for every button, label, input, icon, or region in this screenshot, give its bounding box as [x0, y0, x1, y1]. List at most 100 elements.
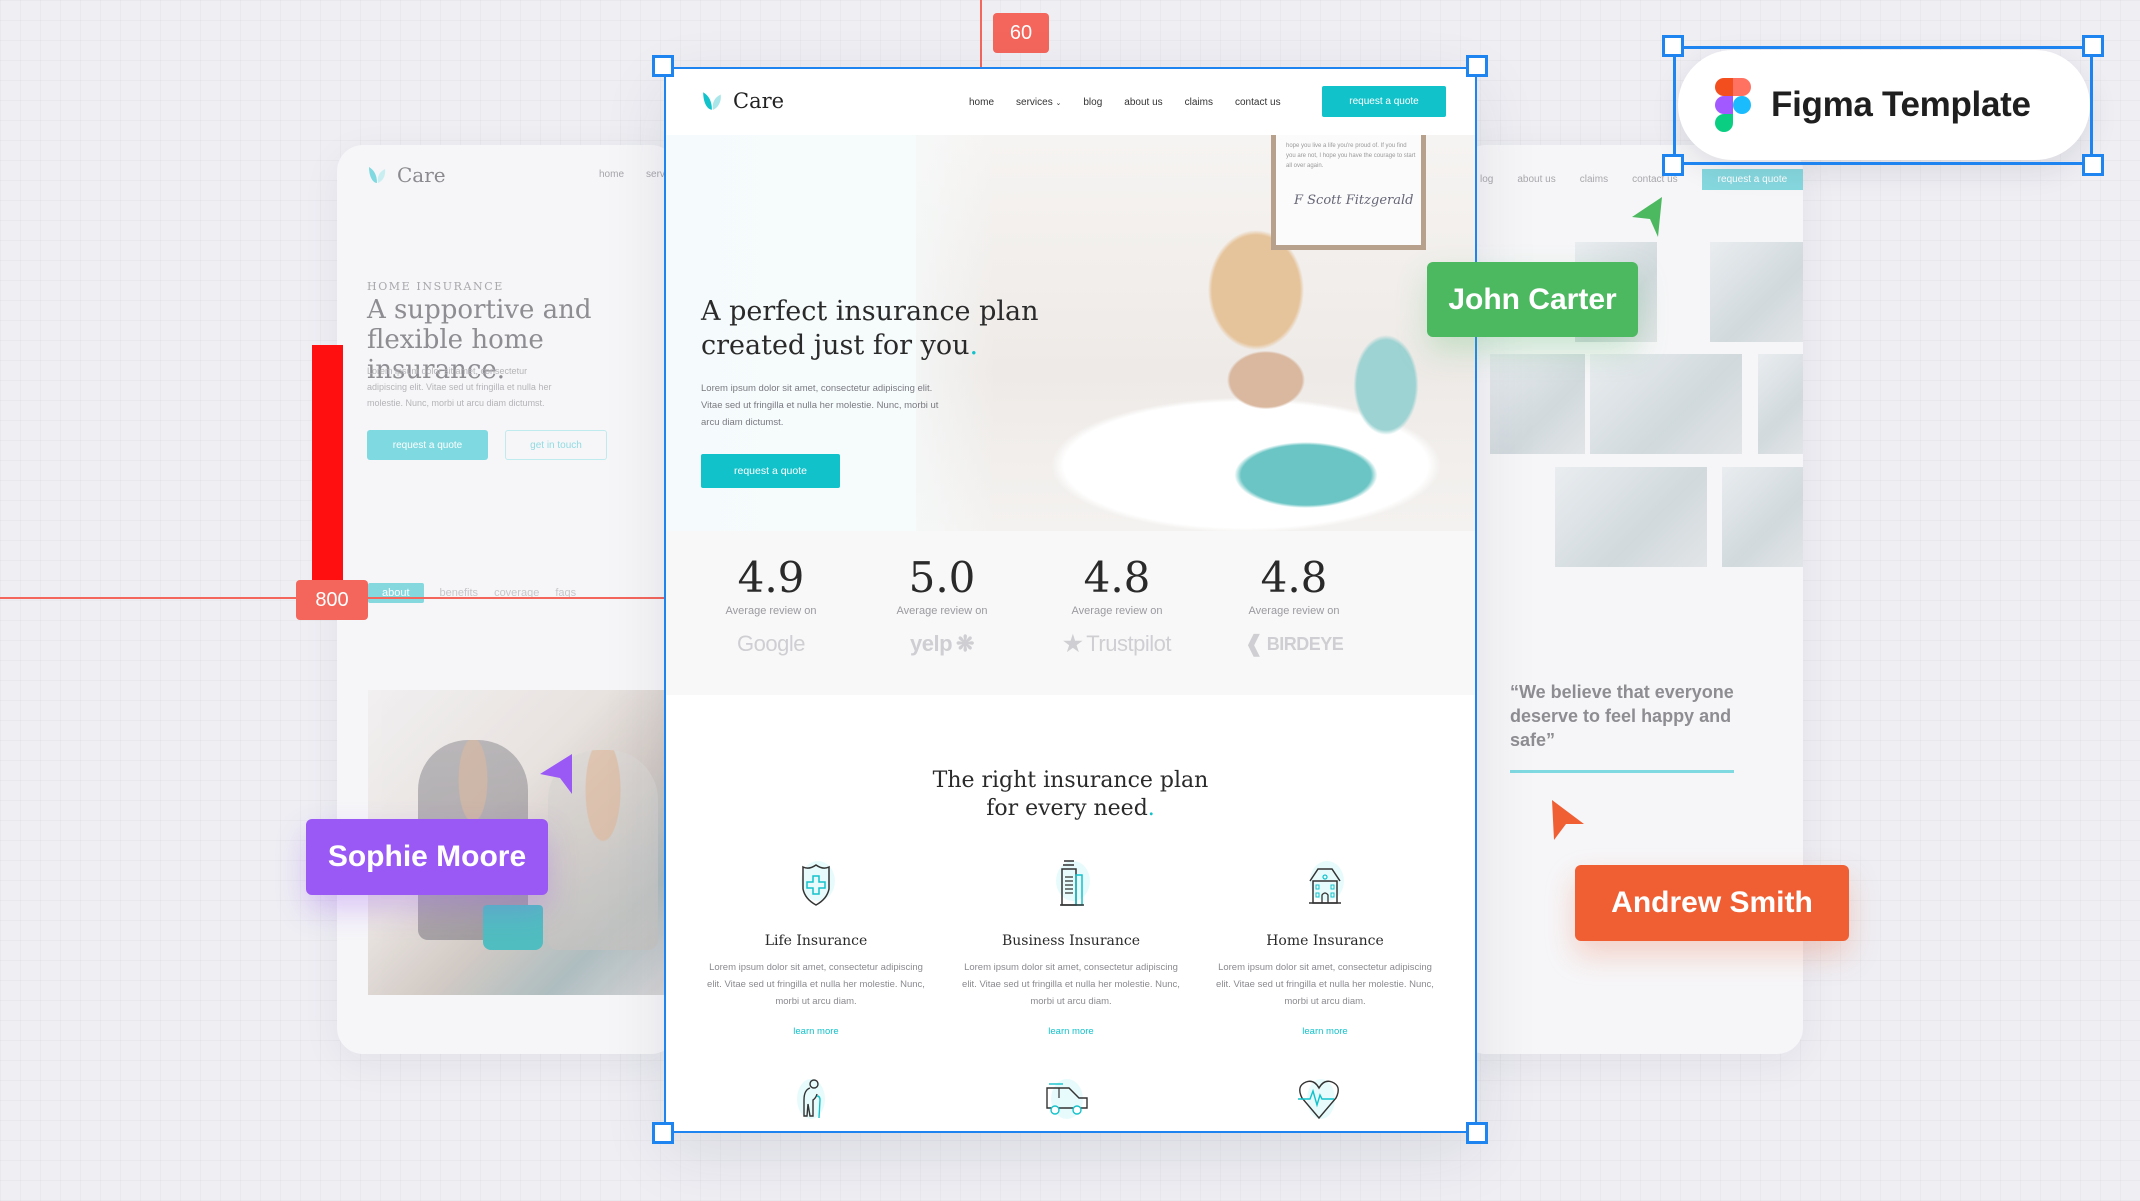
section-title-dot: .	[1147, 796, 1155, 821]
wall-quote-signature: F Scott Fitzgerald	[1294, 193, 1414, 208]
leaf-logo-icon	[703, 92, 721, 110]
gallery-photo	[1710, 242, 1803, 342]
birdeye-logo-icon: ❰ BIRDEYE	[1219, 629, 1369, 659]
nav-about-us[interactable]: about us	[1124, 97, 1162, 108]
main-page-frame[interactable]: Care home services ⌄ blog about us claim…	[664, 67, 1477, 1133]
reviews-section: 4.9 Average review on Google 5.0 Average…	[666, 531, 1475, 695]
resize-handle[interactable]	[2082, 154, 2104, 176]
resize-handle[interactable]	[2082, 35, 2104, 57]
nav-blog[interactable]: blog	[1083, 97, 1102, 108]
hero-title: A perfect insurance plan created just fo…	[701, 295, 1061, 363]
resize-handle[interactable]	[1662, 154, 1684, 176]
quote-underline	[1510, 770, 1734, 773]
review-yelp: 5.0 Average review on yelp ❋	[867, 553, 1017, 659]
section-title-line1: The right insurance plan	[932, 768, 1209, 793]
platform-name: BIRDEYE	[1266, 633, 1344, 654]
trustpilot-logo-icon: ★ Trustpilot	[1042, 629, 1192, 659]
platform-name: Google	[737, 631, 805, 656]
resize-handle-bottom-left[interactable]	[652, 1122, 674, 1144]
left-preview-card: Care home serv HOME INSURANCE A supporti…	[337, 145, 677, 1054]
john-cursor-icon	[1632, 197, 1662, 237]
service-name: Home Insurance	[1266, 933, 1384, 949]
nav-services-label: services	[1016, 97, 1053, 108]
yelp-logo-icon: yelp ❋	[867, 629, 1017, 659]
left-nav-services[interactable]: serv	[646, 169, 665, 180]
left-tabs: about benefits coverage faqs	[368, 583, 576, 603]
spacing-measure-badge: 60	[993, 13, 1049, 53]
service-desc: Lorem ipsum dolor sit amet, consectetur …	[962, 962, 1180, 1007]
gallery-photo	[1490, 354, 1585, 454]
review-trustpilot: 4.8 Average review on ★ Trustpilot	[1042, 553, 1192, 659]
main-logo[interactable]: Care	[701, 89, 784, 113]
left-nav: home serv	[599, 169, 665, 180]
height-measure-badge: 800	[296, 580, 368, 620]
left-body: Lorem ipsum dolor sit amet, consectetur …	[367, 366, 552, 408]
house-icon	[1300, 859, 1350, 909]
sophie-cursor-icon	[540, 754, 572, 794]
review-score: 4.9	[737, 553, 805, 602]
resize-handle-top-right[interactable]	[1466, 55, 1488, 77]
star-icon: ★	[1063, 631, 1083, 656]
right-nav-about[interactable]: about us	[1517, 174, 1555, 185]
platform-name: Trustpilot	[1086, 631, 1171, 656]
left-get-in-touch-button[interactable]: get in touch	[505, 430, 607, 460]
photo-pot	[483, 905, 543, 950]
gallery-photo	[1722, 467, 1803, 567]
right-nav: log about us claims contact us request a…	[1480, 169, 1803, 190]
resize-handle[interactable]	[1662, 35, 1684, 57]
car-icon	[1039, 1074, 1099, 1124]
right-nav-blog[interactable]: log	[1480, 174, 1493, 185]
review-caption: Average review on	[1071, 605, 1163, 617]
gallery-photo	[1590, 354, 1742, 454]
left-request-quote-button[interactable]: request a quote	[367, 430, 488, 460]
main-navbar: Care home services ⌄ blog about us claim…	[666, 69, 1475, 135]
review-caption: Average review on	[896, 605, 988, 617]
resize-handle-bottom-right[interactable]	[1466, 1122, 1488, 1144]
hero-section: hope you live a life you're proud of. If…	[666, 135, 1475, 531]
collaborator-tag-sophie: Sophie Moore	[306, 819, 548, 895]
services-section-title: The right insurance plan for every need.	[666, 767, 1475, 823]
left-logo-text: Care	[397, 163, 446, 187]
service-desc: Lorem ipsum dolor sit amet, consectetur …	[1216, 962, 1434, 1007]
bird-icon: ❰	[1244, 631, 1263, 656]
yelp-burst-icon: ❋	[956, 631, 974, 656]
collaborator-tag-andrew: Andrew Smith	[1575, 865, 1849, 941]
learn-more-link[interactable]: learn more	[1210, 1026, 1440, 1037]
review-score: 4.8	[1083, 553, 1151, 602]
nav-contact-us[interactable]: contact us	[1235, 97, 1281, 108]
left-nav-home[interactable]: home	[599, 169, 624, 180]
service-name: Life Insurance	[764, 933, 868, 949]
review-score: 4.8	[1260, 553, 1328, 602]
review-caption: Average review on	[1248, 605, 1340, 617]
main-nav-links: home services ⌄ blog about us claims con…	[969, 97, 1303, 108]
shield-cross-icon	[791, 859, 841, 909]
google-logo-icon: Google	[696, 629, 846, 659]
vertical-guide-line	[980, 0, 982, 67]
chevron-down-icon: ⌄	[1055, 100, 1062, 107]
left-logo: Care	[367, 163, 446, 187]
nav-home[interactable]: home	[969, 97, 994, 108]
service-desc: Lorem ipsum dolor sit amet, consectetur …	[707, 962, 925, 1007]
height-measure-bar	[312, 345, 343, 597]
resize-handle-top-left[interactable]	[652, 55, 674, 77]
service-card-home: Home Insurance Lorem ipsum dolor sit ame…	[1210, 859, 1440, 1037]
hero-request-quote-button[interactable]: request a quote	[701, 454, 840, 488]
wall-quote-frame: hope you live a life you're proud of. If…	[1271, 135, 1426, 250]
nav-claims[interactable]: claims	[1185, 97, 1213, 108]
nav-services[interactable]: services ⌄	[1016, 97, 1061, 108]
learn-more-link[interactable]: learn more	[956, 1026, 1186, 1037]
gallery-photo	[1555, 467, 1707, 567]
review-caption: Average review on	[725, 605, 817, 617]
right-request-quote-button[interactable]: request a quote	[1701, 169, 1803, 190]
learn-more-link[interactable]: learn more	[701, 1026, 931, 1037]
main-logo-text: Care	[733, 89, 785, 113]
testimonial-quote: “We believe that everyone deserve to fee…	[1510, 682, 1734, 750]
nav-request-quote-button[interactable]: request a quote	[1322, 86, 1446, 117]
section-title-line2: for every need	[986, 796, 1148, 821]
hero-title-line2: created just for you	[701, 330, 970, 361]
tab-about[interactable]: about	[368, 583, 424, 603]
right-nav-claims[interactable]: claims	[1580, 174, 1608, 185]
service-name: Business Insurance	[1001, 933, 1141, 949]
andrew-cursor-icon	[1552, 800, 1584, 840]
heartbeat-icon	[1294, 1074, 1354, 1124]
